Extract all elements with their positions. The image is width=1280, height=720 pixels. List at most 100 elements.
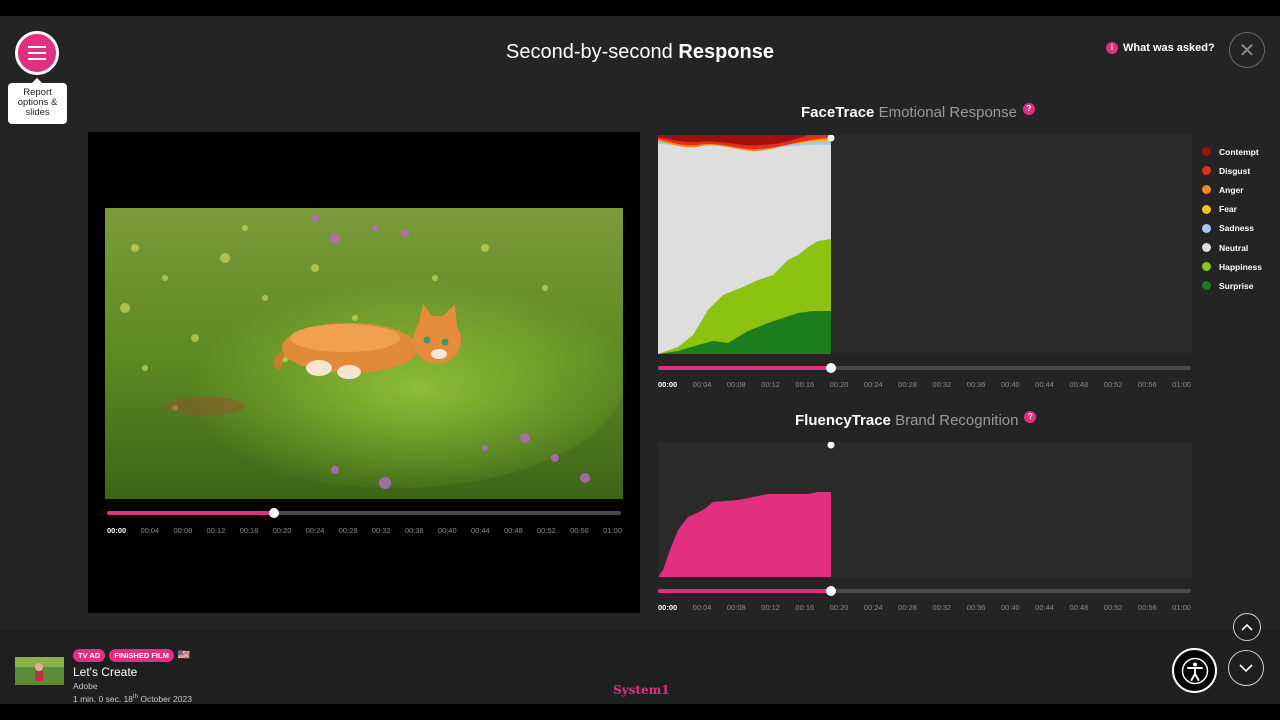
facetrace-title-rest: Emotional Response <box>878 104 1017 121</box>
fluencytrace-title-bold: FluencyTrace <box>795 412 891 429</box>
legend-item-anger: Anger <box>1202 180 1262 199</box>
film-thumbnail[interactable] <box>15 657 64 685</box>
legend-label: Happiness <box>1219 261 1262 272</box>
accessibility-icon <box>1181 657 1208 684</box>
scroll-up-button[interactable] <box>1233 613 1261 641</box>
badge-tv-ad: TV AD <box>73 649 106 662</box>
time-tick: 00:16 <box>239 526 259 535</box>
fluencytrace-time-ticks: 00:00 00:04 00:08 00:12 00:16 00:20 00:24 00:28… <box>658 603 1191 612</box>
fluencytrace-title: FluencyTrace Brand Recognition ? <box>795 410 1037 429</box>
legend-swatch <box>1202 204 1211 214</box>
legend-swatch <box>1202 243 1211 253</box>
time-tick: 00:36 <box>966 380 986 389</box>
facetrace-progress-fill <box>658 366 832 370</box>
time-tick: 00:40 <box>1000 603 1020 612</box>
legend-item-happiness: Happiness <box>1202 257 1262 276</box>
time-tick: 00:20 <box>272 526 292 535</box>
legend-label: Fear <box>1219 204 1237 215</box>
facetrace-title-bold: FaceTrace <box>801 104 875 121</box>
video-scrubber[interactable] <box>107 508 621 518</box>
legend-label: Surprise <box>1219 280 1254 291</box>
time-tick: 00:00 <box>658 603 678 612</box>
badge-finished-film: FINISHED FILM <box>109 649 174 662</box>
film-date-day: 18 <box>123 694 134 704</box>
legend-label: Disgust <box>1219 165 1251 176</box>
fluencytrace-playhead-dot <box>827 441 835 449</box>
legend-item-contempt: Contempt <box>1202 142 1262 161</box>
video-scrubber-handle[interactable] <box>269 508 280 518</box>
time-tick: 00:28 <box>338 526 358 535</box>
time-tick: 00:52 <box>1103 603 1123 612</box>
brand-recognition-area <box>658 492 831 577</box>
video-frame-image <box>105 208 623 499</box>
legend-item-surprise: Surprise <box>1202 276 1262 295</box>
legend-item-disgust: Disgust <box>1202 161 1262 180</box>
time-tick: 00:08 <box>726 380 746 389</box>
time-tick: 00:44 <box>1035 603 1054 612</box>
time-tick: 00:28 <box>898 603 917 612</box>
legend-label: Neutral <box>1219 242 1249 253</box>
time-tick: 00:28 <box>898 380 917 389</box>
time-tick: 00:44 <box>1035 380 1054 389</box>
facetrace-help-icon[interactable]: ? <box>1022 102 1035 115</box>
legend-swatch <box>1202 262 1211 272</box>
accessibility-button[interactable] <box>1172 648 1217 693</box>
time-tick: 00:20 <box>829 603 849 612</box>
time-tick: 00:52 <box>537 526 556 535</box>
scroll-down-button[interactable] <box>1228 650 1264 686</box>
facetrace-chart <box>658 134 1192 354</box>
chevron-up-icon <box>1241 623 1253 631</box>
time-tick: 00:56 <box>1137 380 1157 389</box>
time-tick: 00:56 <box>1137 603 1157 612</box>
page-title-bold: Response <box>678 41 774 63</box>
facetrace-legend: Contempt Disgust Anger Fear Sadness Neutral Ha… <box>1202 142 1262 296</box>
facetrace-scrubber[interactable] <box>658 363 1191 373</box>
time-tick: 00:00 <box>107 526 127 535</box>
time-tick: 00:48 <box>1069 380 1089 389</box>
time-tick: 01:00 <box>1172 380 1191 389</box>
video-player[interactable]: 00:00 00:04 00:08 00:12 00:16 00:20 00:24 00:28… <box>88 132 640 613</box>
what-was-asked-link[interactable]: i What was asked? <box>1106 42 1215 54</box>
facetrace-chart-svg <box>658 134 835 354</box>
film-brand: Adobe <box>73 681 98 691</box>
legend-label: Contempt <box>1219 146 1259 157</box>
facetrace-time-ticks: 00:00 00:04 00:08 00:12 00:16 00:20 00:24 00:28… <box>658 380 1191 389</box>
legend-label: Anger <box>1219 184 1244 195</box>
time-tick: 00:24 <box>305 526 325 535</box>
fluencytrace-chart <box>658 441 1192 577</box>
page-title-prefix: Second-by-second <box>506 41 673 63</box>
legend-item-sadness: Sadness <box>1202 219 1262 238</box>
time-tick: 00:32 <box>371 526 391 535</box>
facetrace-title: FaceTrace Emotional Response ? <box>801 102 1035 121</box>
video-progress-fill <box>107 511 275 515</box>
legend-swatch <box>1202 223 1211 233</box>
film-info: TV AD FINISHED FILM 🇺🇸 Let's Create Adob… <box>73 649 192 704</box>
time-tick: 00:48 <box>503 526 523 535</box>
film-title: Let's Create <box>73 665 138 679</box>
what-was-asked-label: What was asked? <box>1123 42 1215 54</box>
time-tick: 00:24 <box>863 603 883 612</box>
film-card: TV AD FINISHED FILM 🇺🇸 Let's Create Adob… <box>15 649 192 704</box>
fluencytrace-scrubber[interactable] <box>658 586 1191 596</box>
time-tick: 00:48 <box>1069 603 1089 612</box>
time-tick: 00:12 <box>206 526 226 535</box>
legend-swatch <box>1202 166 1211 176</box>
us-flag-icon: 🇺🇸 <box>177 650 191 661</box>
film-duration: 1 min. 0 sec. <box>73 694 122 704</box>
film-date-rest: October 2023 <box>140 694 192 704</box>
fluencytrace-chart-svg <box>658 441 835 577</box>
time-tick: 00:12 <box>761 380 780 389</box>
legend-item-neutral: Neutral <box>1202 238 1262 257</box>
film-thumbnail-image <box>15 657 64 685</box>
menu-tooltip: Report options & slides <box>8 78 67 124</box>
chevron-down-icon <box>1239 663 1253 672</box>
time-tick: 00:32 <box>932 380 952 389</box>
system1-logo: System1 <box>613 683 670 697</box>
time-tick: 00:16 <box>795 380 815 389</box>
time-tick: 01:00 <box>1172 603 1191 612</box>
fluencytrace-help-icon[interactable]: ? <box>1024 410 1037 423</box>
close-button[interactable]: ✕ <box>1229 32 1265 68</box>
time-tick: 00:00 <box>658 380 678 389</box>
time-tick: 00:32 <box>932 603 952 612</box>
video-frame <box>105 208 623 499</box>
